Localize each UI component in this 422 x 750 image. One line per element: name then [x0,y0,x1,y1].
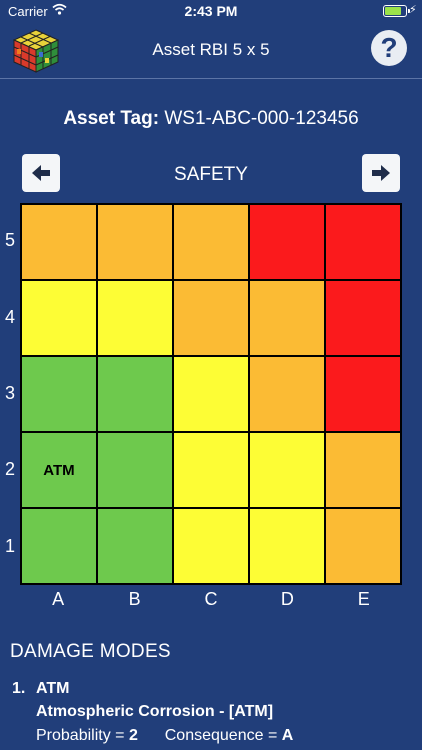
matrix-cell-2E[interactable] [326,433,400,507]
consequence-label: Consequence = [164,727,282,744]
x-axis-label-D: D [280,589,294,609]
y-axis-label-4: 4 [4,306,15,327]
matrix-cell-5A[interactable] [22,205,96,279]
charging-icon: ⚡ [409,4,417,16]
y-axis-label-3: 3 [4,383,15,403]
x-axis-label-B: B [128,589,141,609]
matrix-cell-3C[interactable] [174,357,248,431]
matrix-cell-2C[interactable] [174,433,248,507]
damage-mode-name: Atmospheric Corrosion - [ATM] [36,703,274,720]
asset-tag-row: Asset Tag: WS1-ABC-000-123456 [0,108,422,130]
matrix-cell-2B[interactable] [98,433,172,507]
matrix-cell-5E[interactable] [326,205,400,279]
damage-mode-item[interactable]: 1. ATM [12,680,69,698]
matrix-cell-4C[interactable] [174,281,248,355]
matrix-marker: ATM [43,461,75,479]
matrix-cell-5D[interactable] [250,205,324,279]
asset-tag-label: Asset Tag: [63,108,160,129]
matrix-cell-4D[interactable] [250,281,324,355]
risk-matrix: ATM [20,203,402,585]
clock: 2:43 PM [184,3,238,19]
probability-label: Probability = [36,727,129,744]
matrix-cell-1D[interactable] [250,509,324,583]
arrow-right-icon [372,165,390,181]
matrix-cell-2D[interactable] [250,433,324,507]
x-axis-label-C: C [204,589,218,609]
y-axis-label-1: 1 [4,535,15,556]
matrix-cell-1C[interactable] [174,509,248,583]
x-axis-label-E: E [357,589,370,609]
matrix-cell-1A[interactable] [22,509,96,583]
matrix-cell-4B[interactable] [98,281,172,355]
damage-mode-number: 1. [12,680,26,697]
matrix-cell-2A[interactable]: ATM [22,433,96,507]
screen-title: Asset RBI 5 x 5 [152,40,270,59]
help-button[interactable]: ? [371,30,407,66]
y-axis-label-2: 2 [4,459,15,480]
matrix-cell-4A[interactable] [22,281,96,355]
damage-mode-code: ATM [36,680,70,697]
damage-modes-heading: DAMAGE MODES [10,641,171,662]
category-title: SAFETY [174,164,248,185]
x-axis-label-A: A [52,589,65,609]
damage-mode-values: Probability = 2 Consequence = A [36,727,293,745]
matrix-cell-3E[interactable] [326,357,400,431]
matrix-cell-1E[interactable] [326,509,400,583]
matrix-cell-3D[interactable] [250,357,324,431]
matrix-cell-3A[interactable] [22,357,96,431]
battery-icon [383,5,410,17]
consequence-value: A [281,727,294,744]
matrix-cell-5C[interactable] [174,205,248,279]
matrix-cell-1B[interactable] [98,509,172,583]
nav-bar: Asset RBI 5 x 5 ? [0,22,422,79]
matrix-cell-5B[interactable] [98,205,172,279]
matrix-cell-3B[interactable] [98,357,172,431]
next-category-button[interactable] [362,154,400,192]
probability-value: 2 [128,727,138,744]
y-axis-label-5: 5 [4,230,15,251]
asset-tag-value: WS1-ABC-000-123456 [164,108,359,129]
status-bar: Carrier 2:43 PM ⚡ [0,0,422,22]
matrix-cell-4E[interactable] [326,281,400,355]
